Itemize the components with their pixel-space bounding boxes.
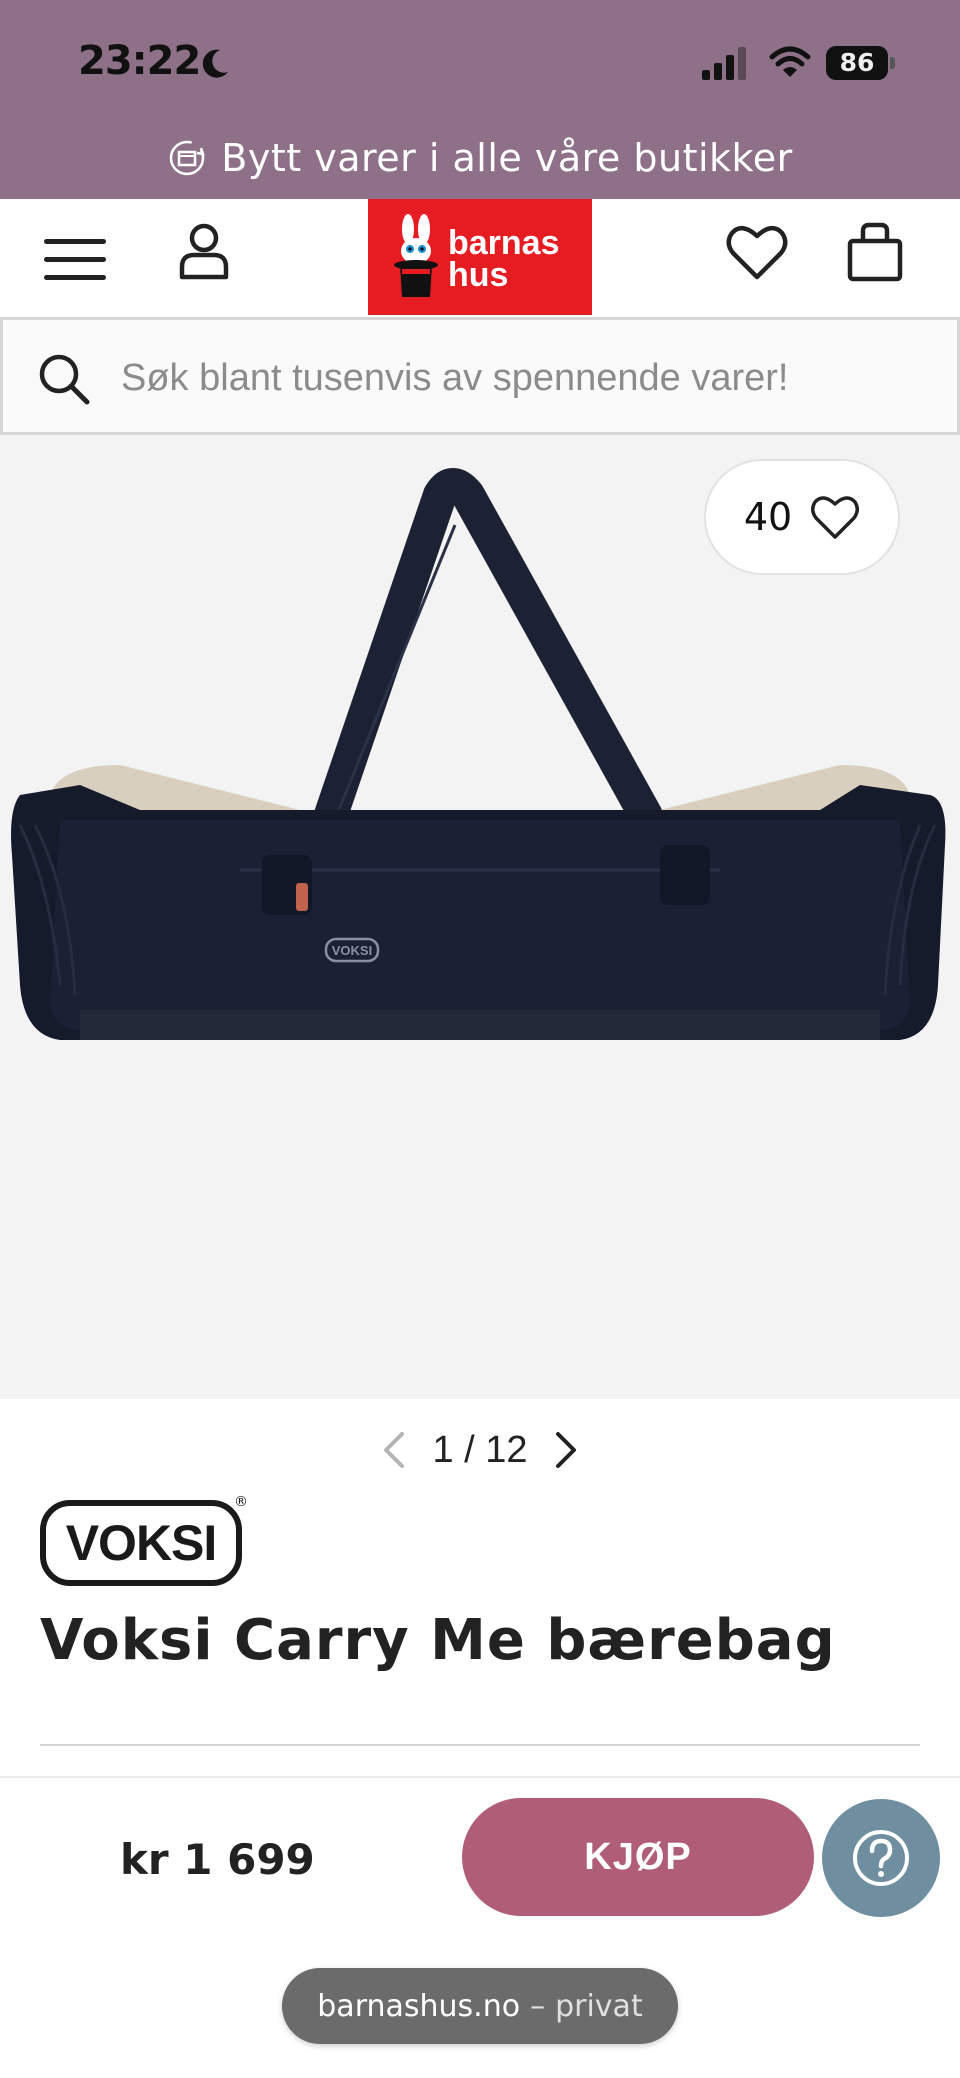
- menu-icon-bar: [44, 275, 106, 280]
- price: kr 1 699: [120, 1835, 315, 1884]
- user-icon[interactable]: [176, 221, 232, 281]
- search-icon: [39, 354, 90, 405]
- search-input[interactable]: [121, 348, 921, 408]
- favorite-button[interactable]: 40: [704, 459, 900, 575]
- battery-level: 86: [839, 48, 875, 77]
- registered-mark: ®: [234, 1494, 248, 1510]
- url-domain: barnashus.no: [317, 1988, 521, 2024]
- pager-count: 1 / 12: [432, 1428, 528, 1471]
- buy-bar: kr 1 699 KJØP barnashus.no – privat: [0, 1776, 960, 2078]
- shopping-bag-icon[interactable]: [846, 221, 904, 283]
- wifi-icon: [769, 46, 811, 77]
- moon-icon: [202, 49, 228, 78]
- heart-icon[interactable]: [726, 223, 788, 281]
- signal-icon: [702, 47, 746, 80]
- private-mode-label: privat: [555, 1988, 643, 2024]
- divider: [40, 1744, 920, 1746]
- search-bar: [0, 317, 960, 435]
- menu-icon-bar: [44, 257, 106, 262]
- browser-url-bar[interactable]: barnashus.no – privat: [282, 1968, 678, 2044]
- barnashus-logo[interactable]: barnas hus: [368, 199, 592, 315]
- product-gallery[interactable]: VOKSI 40: [0, 435, 960, 1399]
- bunny-hat-icon: [394, 214, 438, 297]
- logo-wordmark: barnas hus: [448, 224, 560, 294]
- heart-outline-icon: [811, 496, 860, 539]
- site-header: barnas hus: [0, 199, 960, 317]
- brand-logo[interactable]: VOKSI ®: [40, 1494, 250, 1590]
- bag-brand-mark: VOKSI: [332, 943, 372, 958]
- product-title: Voksi Carry Me bærebag: [40, 1608, 836, 1673]
- status-time: 23:22: [78, 38, 201, 84]
- image-pager: 1 / 12: [0, 1420, 960, 1480]
- battery-tip: [890, 57, 895, 69]
- question-icon: [853, 1830, 909, 1886]
- promo-text: Bytt varer i alle våre butikker: [221, 136, 793, 180]
- logo-line-1: barnas: [448, 224, 560, 262]
- chevron-right-icon[interactable]: [548, 1428, 584, 1472]
- buy-button[interactable]: KJØP: [462, 1798, 814, 1916]
- battery-icon: 86: [826, 46, 896, 80]
- favorite-count: 40: [743, 495, 793, 539]
- brand-logo-frame: VOKSI: [40, 1500, 242, 1586]
- exchange-box-icon: [170, 140, 206, 176]
- help-button[interactable]: [822, 1799, 940, 1917]
- menu-icon: [44, 239, 106, 244]
- chevron-left-icon[interactable]: [376, 1428, 412, 1472]
- url-separator: –: [530, 1988, 546, 2024]
- menu-button[interactable]: [44, 235, 108, 283]
- logo-line-2: hus: [448, 256, 509, 294]
- promo-banner[interactable]: Bytt varer i alle våre butikker: [0, 128, 960, 188]
- brand-name: VOKSI: [65, 1515, 218, 1571]
- top-band: 23:22 86 Bytt varer i alle våre butikker: [0, 0, 960, 199]
